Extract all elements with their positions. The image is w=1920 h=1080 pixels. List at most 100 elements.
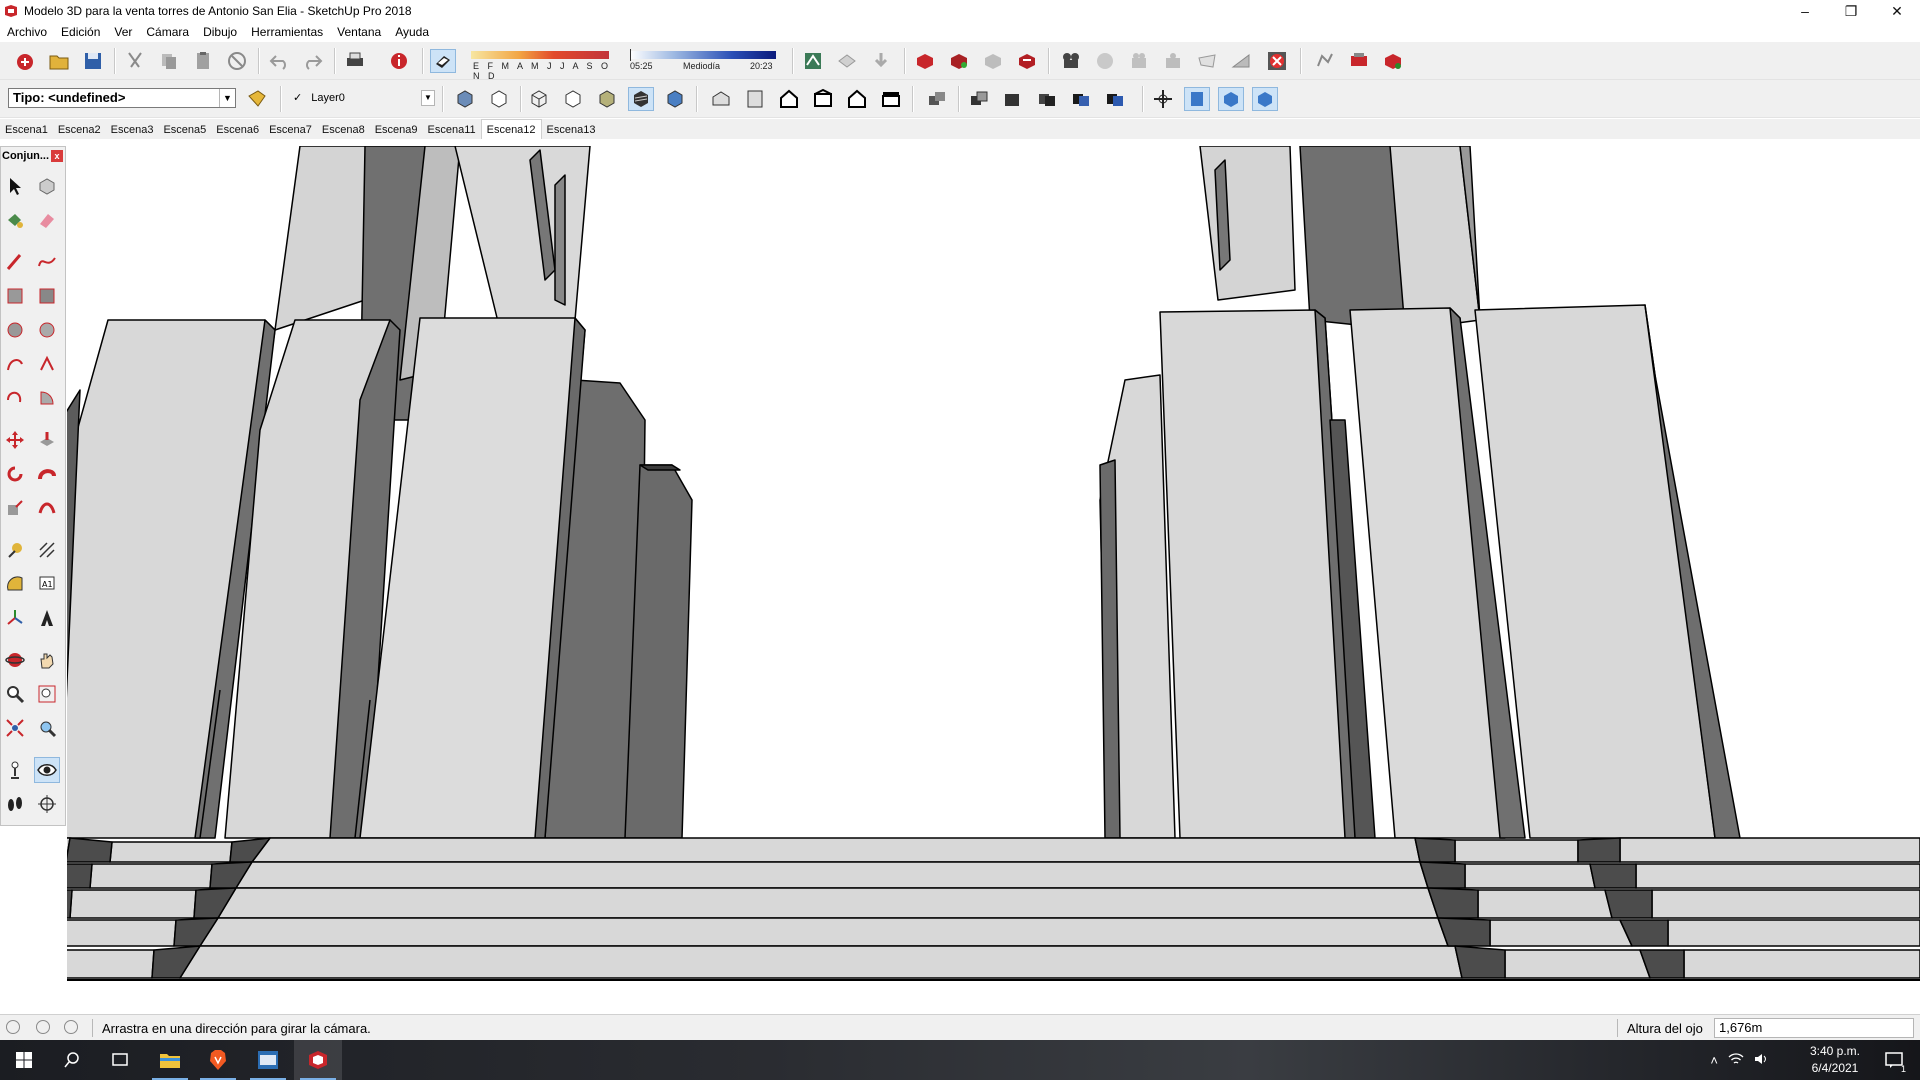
union-icon[interactable] (966, 87, 992, 111)
iso-view-icon[interactable] (708, 87, 734, 111)
extension-2-icon[interactable] (946, 49, 972, 73)
redo-icon[interactable] (300, 49, 326, 73)
geo-location-icon[interactable] (800, 49, 826, 73)
windows-start-icon[interactable] (0, 1040, 48, 1080)
protractor-icon[interactable] (2, 571, 28, 597)
extension-3-icon[interactable] (980, 49, 1006, 73)
credits-icon[interactable] (36, 1020, 50, 1034)
tab-escena1[interactable]: Escena1 (0, 121, 53, 139)
rectangle-tool-icon[interactable] (2, 283, 28, 309)
back-edges-icon[interactable] (486, 87, 512, 111)
intersect-icon[interactable] (1068, 87, 1094, 111)
extension-1-icon[interactable] (912, 49, 938, 73)
offset-tool-icon[interactable] (34, 495, 60, 521)
3d-viewport[interactable] (67, 146, 1920, 1014)
print-icon[interactable] (342, 49, 368, 73)
axes-tool-icon[interactable] (2, 605, 28, 631)
extension-5-icon[interactable] (1346, 49, 1372, 73)
model-info-icon[interactable] (386, 49, 412, 73)
trim-icon[interactable] (1034, 87, 1060, 111)
tab-escena9[interactable]: Escena9 (370, 121, 423, 139)
pie-tool-icon[interactable] (34, 385, 60, 411)
menu-archivo[interactable]: Archivo (0, 22, 54, 42)
chevron-down-icon[interactable]: ▼ (219, 89, 235, 107)
warehouse-download-icon[interactable] (868, 49, 894, 73)
line-tool-icon[interactable] (2, 249, 28, 275)
warehouse-share-icon[interactable] (834, 49, 860, 73)
tab-escena2[interactable]: Escena2 (53, 121, 106, 139)
camera-target-icon[interactable] (1160, 49, 1186, 73)
tab-escena13[interactable]: Escena13 (542, 121, 601, 139)
monochrome-icon[interactable] (662, 87, 688, 111)
close-button[interactable]: ✕ (1874, 0, 1920, 22)
new-file-icon[interactable] (12, 49, 38, 73)
undo-icon[interactable] (266, 49, 292, 73)
top-view-icon[interactable] (742, 87, 768, 111)
menu-dibujo[interactable]: Dibujo (196, 22, 244, 42)
tag-tool-icon[interactable] (244, 87, 270, 111)
arc-tool-icon[interactable] (2, 351, 28, 377)
position-camera-icon[interactable] (1150, 87, 1176, 111)
move-tool-icon[interactable] (2, 427, 28, 453)
follow-me-icon[interactable] (34, 461, 60, 487)
scale-tool-icon[interactable] (2, 495, 28, 521)
network-icon[interactable] (1728, 1052, 1744, 1069)
outer-shell-icon[interactable] (924, 87, 950, 111)
xray-icon[interactable] (452, 87, 478, 111)
extension-4-icon[interactable] (1014, 49, 1040, 73)
eraser-icon[interactable] (34, 207, 60, 233)
camera-path-icon[interactable] (1126, 49, 1152, 73)
menu-camara[interactable]: Cámara (139, 22, 196, 42)
search-icon[interactable] (48, 1040, 96, 1080)
rotate-tool-icon[interactable] (2, 461, 28, 487)
shadow-time-slider[interactable]: 05:25 Mediodía 20:23 (628, 49, 778, 73)
zoom-window-icon[interactable] (34, 681, 60, 707)
shadow-month-slider[interactable]: E F M A M J J A S O N D (467, 49, 613, 81)
text-tool-icon[interactable]: A1 (34, 571, 60, 597)
subtract-icon[interactable] (1000, 87, 1026, 111)
tab-escena11[interactable]: Escena11 (423, 121, 481, 139)
make-component-icon[interactable] (34, 173, 60, 199)
section-cut-icon[interactable] (1252, 87, 1278, 111)
tab-escena7[interactable]: Escena7 (264, 121, 317, 139)
sketchup-taskbar-icon[interactable] (294, 1040, 342, 1080)
user-account-icon[interactable] (64, 1020, 78, 1034)
section-display-icon[interactable] (1218, 87, 1244, 111)
hidden-line-icon[interactable] (560, 87, 586, 111)
tab-escena3[interactable]: Escena3 (106, 121, 159, 139)
tag-type-select[interactable]: Tipo: <undefined> ▼ (8, 88, 236, 108)
erase-icon[interactable] (224, 49, 250, 73)
split-icon[interactable] (1102, 87, 1128, 111)
look-around-icon[interactable] (34, 757, 60, 783)
position-camera-tool-icon[interactable] (2, 757, 28, 783)
plane-tool-icon[interactable] (1194, 49, 1220, 73)
section-plane-icon[interactable] (1184, 87, 1210, 111)
notification-center-icon[interactable]: 1 (1884, 1050, 1906, 1074)
measurements-input[interactable]: 1,676m (1714, 1018, 1914, 1038)
two-point-arc-icon[interactable] (34, 351, 60, 377)
chevron-down-icon[interactable]: ▼ (421, 90, 435, 106)
orbit-tool-icon[interactable] (2, 647, 28, 673)
stop-camera-icon[interactable] (1264, 49, 1290, 73)
app-window-icon[interactable] (244, 1040, 292, 1080)
section-plane-tool-icon[interactable] (34, 791, 60, 817)
paint-bucket-icon[interactable] (2, 207, 28, 233)
back-view-icon[interactable] (844, 87, 870, 111)
brave-browser-icon[interactable] (194, 1040, 242, 1080)
circle-tool-icon[interactable] (2, 317, 28, 343)
file-explorer-icon[interactable] (146, 1040, 194, 1080)
wedge-tool-icon[interactable] (1228, 49, 1254, 73)
push-pull-icon[interactable] (34, 427, 60, 453)
freehand-tool-icon[interactable] (34, 249, 60, 275)
layer-select[interactable]: ✓ Layer0 ▼ (287, 88, 435, 108)
menu-edicion[interactable]: Edición (54, 22, 107, 42)
sphere-tool-icon[interactable] (1092, 49, 1118, 73)
palette-close-button[interactable]: x (51, 150, 63, 162)
tab-escena12[interactable]: Escena12 (480, 119, 542, 139)
menu-herramientas[interactable]: Herramientas (244, 22, 330, 42)
extension-6-icon[interactable] (1380, 49, 1406, 73)
minimize-button[interactable]: – (1782, 0, 1828, 22)
save-icon[interactable] (80, 49, 106, 73)
paste-icon[interactable] (190, 49, 216, 73)
cut-icon[interactable] (122, 49, 148, 73)
